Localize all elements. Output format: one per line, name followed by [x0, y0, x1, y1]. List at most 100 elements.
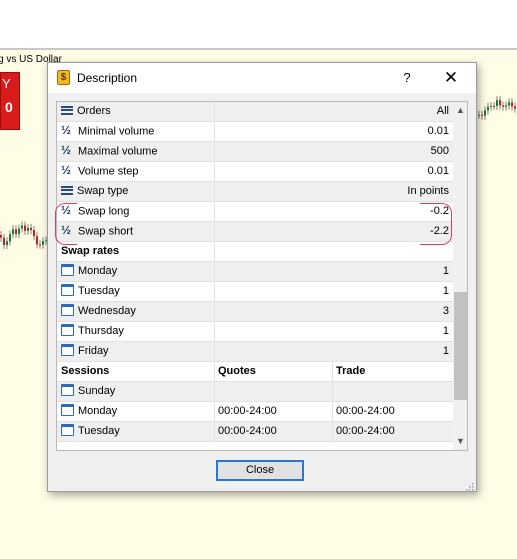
candle-body: [484, 110, 486, 116]
row-name-text: Minimal volume: [78, 125, 155, 138]
row-name-text: Swap short: [78, 225, 134, 238]
scrollbar-thumb[interactable]: [454, 292, 467, 400]
row-value: 1: [214, 262, 453, 281]
row-name-text: Maximal volume: [78, 145, 158, 158]
row-name: Friday: [57, 342, 214, 361]
dialog-title: Description: [77, 71, 138, 85]
row-name: ½ Swap short: [57, 222, 214, 241]
candle-body: [502, 105, 504, 107]
row-name: ½ Maximal volume: [57, 142, 214, 161]
list-icon: [61, 185, 73, 195]
description-dialog: $ Description ? ✕ Orders All ½ Minimal volu…: [47, 62, 477, 492]
row-name: Thursday: [57, 322, 214, 341]
scroll-up-arrow-icon[interactable]: ▲: [453, 102, 467, 119]
candle-body: [514, 106, 516, 109]
symbol-coin-icon: $: [57, 70, 70, 85]
fraction-icon: ½: [61, 123, 72, 137]
list-row[interactable]: Monday 1: [57, 262, 453, 282]
candle-body: [508, 102, 510, 106]
row-name-text: Thursday: [78, 325, 124, 337]
row-name-text: Sessions: [61, 365, 110, 377]
resize-grip-icon[interactable]: [464, 481, 474, 491]
session-quotes: [214, 382, 332, 401]
row-name-text: Friday: [78, 345, 109, 357]
candle-body: [42, 241, 44, 245]
row-name-text: Swap long: [78, 205, 130, 218]
list-row[interactable]: Thursday 1: [57, 322, 453, 342]
row-value: In points: [214, 182, 453, 201]
fraction-icon: ½: [61, 143, 72, 157]
session-quotes: 00:00-24:00: [214, 422, 332, 441]
row-name-text: Swap rates: [61, 245, 120, 257]
row-name-text: Wednesday: [78, 305, 136, 317]
help-button[interactable]: ?: [397, 68, 417, 88]
scroll-down-arrow-icon[interactable]: ▼: [453, 433, 467, 450]
specification-list[interactable]: Orders All ½ Minimal volume 0.01 ½ Maximal vol…: [56, 101, 468, 451]
candle-body: [18, 228, 20, 234]
row-name-text: Monday: [78, 265, 118, 277]
candle-body: [490, 105, 492, 107]
candle-body: [12, 229, 14, 235]
row-name: ½ Swap long: [57, 202, 214, 221]
row-name-text: Monday: [78, 405, 118, 417]
close-button[interactable]: Close: [216, 460, 304, 481]
calendar-icon: [61, 264, 74, 277]
row-name: Sunday: [57, 382, 214, 401]
vertical-scrollbar[interactable]: ▲ ▼: [453, 102, 467, 450]
fraction-icon: ½: [61, 163, 72, 177]
row-name-text: Sunday: [78, 385, 116, 397]
list-row[interactable]: Tuesday 00:00-24:00 00:00-24:00: [57, 422, 453, 442]
list-row[interactable]: Sunday: [57, 382, 453, 402]
chart-toolbar-area: [0, 0, 517, 48]
row-name-text: Orders: [77, 105, 111, 117]
list-row[interactable]: ½ Volume step 0.01: [57, 162, 453, 182]
list-row[interactable]: Friday 1: [57, 342, 453, 362]
list-row[interactable]: ½ Swap short -2.2: [57, 222, 453, 242]
session-quotes: 00:00-24:00: [214, 402, 332, 421]
row-name-text: Swap type: [77, 185, 129, 197]
candle-body: [511, 102, 513, 107]
list-icon: [61, 105, 73, 115]
list-row[interactable]: ½ Swap long -0.2: [57, 202, 453, 222]
candle-body: [24, 225, 26, 231]
candle-body: [493, 105, 495, 107]
dialog-titlebar[interactable]: $ Description ? ✕: [48, 63, 476, 93]
candle-body: [21, 225, 23, 229]
row-name: Tuesday: [57, 282, 214, 301]
session-trade: 00:00-24:00: [332, 402, 453, 421]
close-icon[interactable]: ✕: [440, 68, 462, 88]
list-row[interactable]: Sessions Quotes Trade: [57, 362, 453, 382]
candle-body: [30, 227, 32, 231]
list-row[interactable]: ½ Minimal volume 0.01: [57, 122, 453, 142]
candles-right: [478, 96, 516, 120]
row-value: 500: [214, 142, 453, 161]
list-row[interactable]: Swap type In points: [57, 182, 453, 202]
row-name-text: Volume step: [78, 165, 139, 178]
list-row[interactable]: [57, 442, 453, 450]
session-trade: 00:00-24:00: [332, 422, 453, 441]
row-name-cutoff: [57, 442, 214, 450]
candle-body: [481, 114, 483, 116]
candle-body: [478, 114, 480, 116]
row-name: Wednesday: [57, 302, 214, 321]
candle-body: [39, 244, 41, 246]
row-value: 1: [214, 282, 453, 301]
list-row[interactable]: Tuesday 1: [57, 282, 453, 302]
candle-body: [15, 229, 17, 234]
calendar-icon: [61, 384, 74, 397]
calendar-icon: [61, 344, 74, 357]
row-name: ½ Volume step: [57, 162, 214, 181]
calendar-icon: [61, 424, 74, 437]
list-row[interactable]: Swap rates: [57, 242, 453, 262]
candle-body: [0, 235, 2, 238]
list-row[interactable]: Monday 00:00-24:00 00:00-24:00: [57, 402, 453, 422]
list-row[interactable]: Wednesday 3: [57, 302, 453, 322]
list-row[interactable]: Orders All: [57, 102, 453, 122]
calendar-icon: [61, 284, 74, 297]
row-value-empty: [214, 242, 453, 261]
sessions-trade-header: Trade: [332, 362, 453, 381]
sessions-quotes-header: Quotes: [214, 362, 332, 381]
candle-body: [36, 236, 38, 245]
list-row[interactable]: ½ Maximal volume 500: [57, 142, 453, 162]
candle-body: [6, 241, 8, 245]
